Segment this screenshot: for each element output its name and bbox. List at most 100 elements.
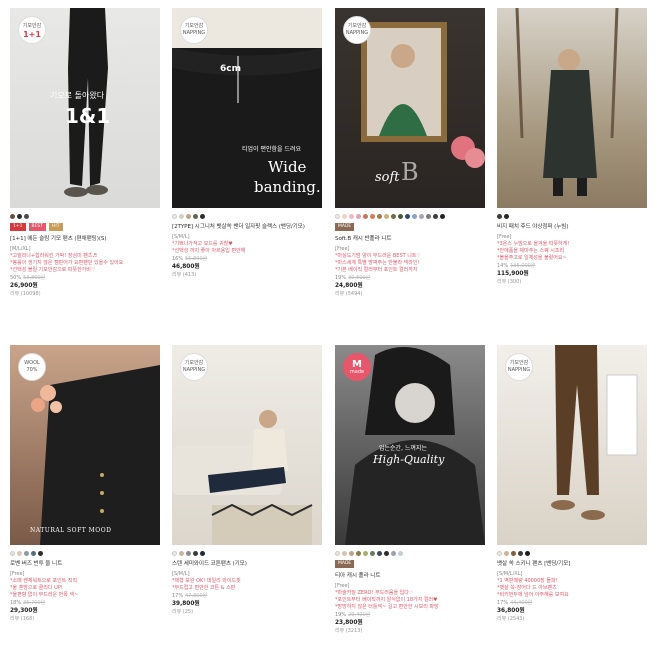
color-swatch[interactable] (419, 214, 424, 219)
product-image[interactable]: 기모안감 NAPPING 6cm 티업이 편안함을 드려요 Wide bandin… (172, 8, 322, 208)
product-image[interactable]: 기모안감 NAPPING (172, 345, 322, 545)
product-image[interactable]: 기모안감 1+1 기모로 돌아왔다 1&1 (10, 8, 160, 208)
product-name[interactable]: [2TYPE] 시그니처 뱃살쏙 밴더 일자핏 슬랙스 (밴딩/기모) (172, 223, 322, 231)
color-swatch[interactable] (405, 214, 410, 219)
product-card[interactable]: 기모안감 NAPPING 뱃살 쏙 스키니 팬츠 [밴딩/기모] [S/M/L/X… (497, 345, 647, 623)
color-swatch[interactable] (398, 214, 403, 219)
review-count[interactable]: 리뷰 (300) (497, 279, 647, 286)
product-desc-line: *선택성 볼릴 기모안감으로 따뜻한가비♡ (10, 267, 96, 273)
color-swatch[interactable] (440, 214, 445, 219)
product-card[interactable]: Mmade 입는순간, 느껴지는 High-Quality MADE 티아 캐시… (335, 345, 485, 635)
original-price: 55,800원 (185, 256, 208, 262)
product-card[interactable]: 비지 패치 후드 야상점퍼 (누빔) [Free] *3온스 누빔으로 올겨울 … (497, 8, 647, 286)
color-swatch[interactable] (356, 551, 361, 556)
product-desc-line: *1 역판매량 40000장 돌파! (497, 578, 558, 584)
product-card[interactable]: 기모안감 NAPPING 스텐 세미와이드 코튼팬츠 (기모) [S/M/L] *… (172, 345, 322, 616)
color-swatch[interactable] (179, 214, 184, 219)
color-swatch[interactable] (525, 551, 530, 556)
color-swatch[interactable] (518, 551, 523, 556)
product-name[interactable]: Soft.B 캐시 반폴라 니트 (335, 235, 485, 243)
product-image[interactable]: 기모안감 NAPPING soft B (335, 8, 485, 208)
color-swatch[interactable] (384, 214, 389, 219)
color-swatch[interactable] (391, 551, 396, 556)
color-swatch[interactable] (384, 551, 389, 556)
product-size: [S/M/L] (172, 234, 190, 240)
review-count[interactable]: 리뷰 (5494) (335, 291, 485, 298)
product-card[interactable]: 기모안감 NAPPING 6cm 티업이 편안함을 드려요 Wide bandin… (172, 8, 322, 279)
color-swatch[interactable] (356, 214, 361, 219)
product-name[interactable]: 뱃살 쏙 스키니 팬츠 [밴딩/기모] (497, 560, 647, 568)
color-swatch[interactable] (186, 551, 191, 556)
product-name[interactable]: 스텐 세미와이드 코튼팬츠 (기모) (172, 560, 322, 568)
product-desc-line: *비키먼두에 넘어 아주해를 보여요 (497, 592, 569, 598)
color-swatch[interactable] (377, 214, 382, 219)
review-count[interactable]: 리뷰 (168) (10, 616, 160, 623)
product-name[interactable]: 로벤 버즈 번투 울 니트 (10, 560, 160, 568)
product-image[interactable]: Mmade 입는순간, 느껴지는 High-Quality (335, 345, 485, 545)
color-swatch[interactable] (193, 214, 198, 219)
product-image[interactable]: 기모안감 NAPPING (497, 345, 647, 545)
product-name[interactable]: [1+1] 에든 슬림 기모 팬츠 (편채팬팅)(S) (10, 235, 160, 243)
color-swatch[interactable] (342, 551, 347, 556)
overlay-title: banding. (254, 178, 321, 196)
color-swatch[interactable] (335, 214, 340, 219)
color-swatch[interactable] (398, 551, 403, 556)
color-swatch[interactable] (24, 214, 29, 219)
product-card[interactable]: 기모안감 1+1 기모로 돌아왔다 1&1 1+1 BEST HIT [1+1] … (10, 8, 160, 298)
color-swatch[interactable] (24, 551, 29, 556)
color-swatches (335, 214, 485, 219)
color-swatch[interactable] (200, 551, 205, 556)
color-swatch[interactable] (412, 214, 417, 219)
color-swatch[interactable] (504, 551, 509, 556)
tag-list: MADE (335, 223, 485, 231)
color-swatch[interactable] (370, 214, 375, 219)
discount-rate: 17% (497, 600, 509, 606)
review-count[interactable]: 리뷰 (10098) (10, 291, 160, 298)
original-price: 30,600원 (348, 275, 371, 281)
color-swatch[interactable] (193, 551, 198, 556)
product-image[interactable]: WOOL 70% NATURAL SOFT MOOD (10, 345, 160, 545)
product-size: [M/L/XL] (10, 246, 31, 252)
product-card[interactable]: 기모안감 NAPPING soft B MADE Soft.B 캐시 반폴라 니트 (335, 8, 485, 298)
color-swatch[interactable] (17, 214, 22, 219)
product-name[interactable]: 티아 캐시 폴라 니트 (335, 572, 485, 580)
color-swatch[interactable] (200, 214, 205, 219)
product-card[interactable]: WOOL 70% NATURAL SOFT MOOD 로벤 버즈 번투 울 니트 … (10, 345, 160, 623)
review-count[interactable]: 리뷰 (2543) (497, 616, 647, 623)
color-swatch[interactable] (504, 214, 509, 219)
product-desc-line: *소매 켄체워트으로 포인트 직직 (10, 578, 78, 584)
color-swatch[interactable] (10, 214, 15, 219)
color-swatch[interactable] (349, 551, 354, 556)
product-name[interactable]: 비지 패치 후드 야상점퍼 (누빔) (497, 223, 647, 231)
color-swatch[interactable] (497, 214, 502, 219)
color-swatch[interactable] (511, 551, 516, 556)
color-swatch[interactable] (363, 214, 368, 219)
color-swatch[interactable] (172, 214, 177, 219)
product-desc-line: *봉롤이 생기지 않은 캠핀어가 요편팬던 있을수 있어요 (10, 260, 124, 266)
color-swatch[interactable] (426, 214, 431, 219)
color-swatch[interactable] (349, 214, 354, 219)
color-swatch[interactable] (497, 551, 502, 556)
color-swatch[interactable] (38, 551, 43, 556)
color-swatch[interactable] (17, 551, 22, 556)
product-size: [S/M/L/XL] (497, 571, 523, 577)
color-swatch[interactable] (172, 551, 177, 556)
product-image[interactable] (497, 8, 647, 208)
review-count[interactable]: 리뷰 (3213) (335, 628, 485, 635)
color-swatch[interactable] (377, 551, 382, 556)
color-swatch[interactable] (31, 551, 36, 556)
color-swatch[interactable] (363, 551, 368, 556)
review-count[interactable]: 리뷰 (413) (172, 272, 322, 279)
color-swatch[interactable] (391, 214, 396, 219)
color-swatch[interactable] (433, 214, 438, 219)
color-swatch[interactable] (179, 551, 184, 556)
product-size: [Free] (335, 246, 350, 252)
overlay-monogram: B (401, 158, 419, 186)
color-swatch[interactable] (186, 214, 191, 219)
color-swatch[interactable] (335, 551, 340, 556)
color-swatch[interactable] (342, 214, 347, 219)
review-count[interactable]: 리뷰 (25) (172, 609, 322, 616)
color-swatch[interactable] (370, 551, 375, 556)
product-grid: 기모안감 1+1 기모로 돌아왔다 1&1 1+1 BEST HIT [1+1] … (0, 0, 658, 658)
color-swatch[interactable] (10, 551, 15, 556)
